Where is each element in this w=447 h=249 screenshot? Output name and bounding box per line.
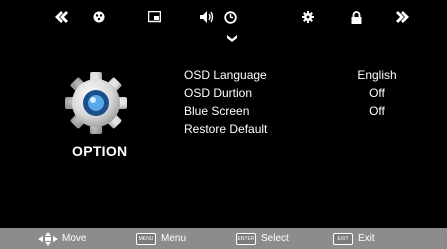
tab-option[interactable] xyxy=(295,6,321,28)
hint-menu: MENU Menu xyxy=(136,230,186,247)
hint-menu-label: Menu xyxy=(161,233,187,244)
menu-item-osd-language[interactable]: OSD Language English xyxy=(184,66,414,84)
tab-lock[interactable] xyxy=(343,6,369,28)
lock-icon xyxy=(351,10,361,24)
tab-prev[interactable] xyxy=(48,6,74,28)
menu-item-label: OSD Language xyxy=(184,68,267,82)
menu-tab-bar xyxy=(30,2,420,34)
hint-exit-label: Exit xyxy=(358,233,375,244)
tab-time[interactable] xyxy=(217,6,243,28)
menu-item-restore-default[interactable]: Restore Default xyxy=(184,120,414,138)
picture-icon xyxy=(93,11,105,23)
hint-move-label: Move xyxy=(62,233,87,244)
speaker-icon xyxy=(200,11,214,23)
hint-bar: Move MENU Menu ENTER Select EXIT Exit xyxy=(0,228,447,249)
hint-select: ENTER Select xyxy=(236,230,289,247)
screen-icon xyxy=(147,11,161,23)
clock-icon xyxy=(223,10,237,24)
option-gear-icon xyxy=(64,70,128,141)
menu-item-label: Restore Default xyxy=(184,122,268,136)
tv-osd-screen: OPTION OSD Language English OSD Durtion … xyxy=(0,0,447,249)
menu-item-osd-duration[interactable]: OSD Durtion Off xyxy=(184,84,414,102)
menu-item-label: OSD Durtion xyxy=(184,86,253,100)
tab-picture[interactable] xyxy=(86,6,112,28)
menu-item-value: English xyxy=(357,68,397,82)
menu-item-blue-screen[interactable]: Blue Screen Off xyxy=(184,102,414,120)
page-title: OPTION xyxy=(72,143,128,159)
hint-exit: EXIT Exit xyxy=(333,230,375,247)
menu-item-label: Blue Screen xyxy=(184,104,250,118)
gear-icon xyxy=(302,11,314,23)
hint-select-label: Select xyxy=(261,233,289,244)
chevron-double-left-icon xyxy=(55,11,68,23)
exit-key-icon: EXIT xyxy=(333,232,353,245)
chevron-down-icon xyxy=(227,30,237,48)
menu-key-icon: MENU xyxy=(136,232,156,245)
chevron-double-right-icon xyxy=(396,11,409,23)
tab-next[interactable] xyxy=(390,6,416,28)
tab-screen[interactable] xyxy=(141,6,167,28)
menu-item-value: Off xyxy=(369,86,385,100)
menu-item-value: Off xyxy=(369,104,385,118)
hint-move: Move xyxy=(38,230,86,247)
enter-key-icon: ENTER xyxy=(236,232,256,245)
option-menu: OSD Language English OSD Durtion Off Blu… xyxy=(184,66,414,138)
dpad-icon xyxy=(38,231,58,246)
